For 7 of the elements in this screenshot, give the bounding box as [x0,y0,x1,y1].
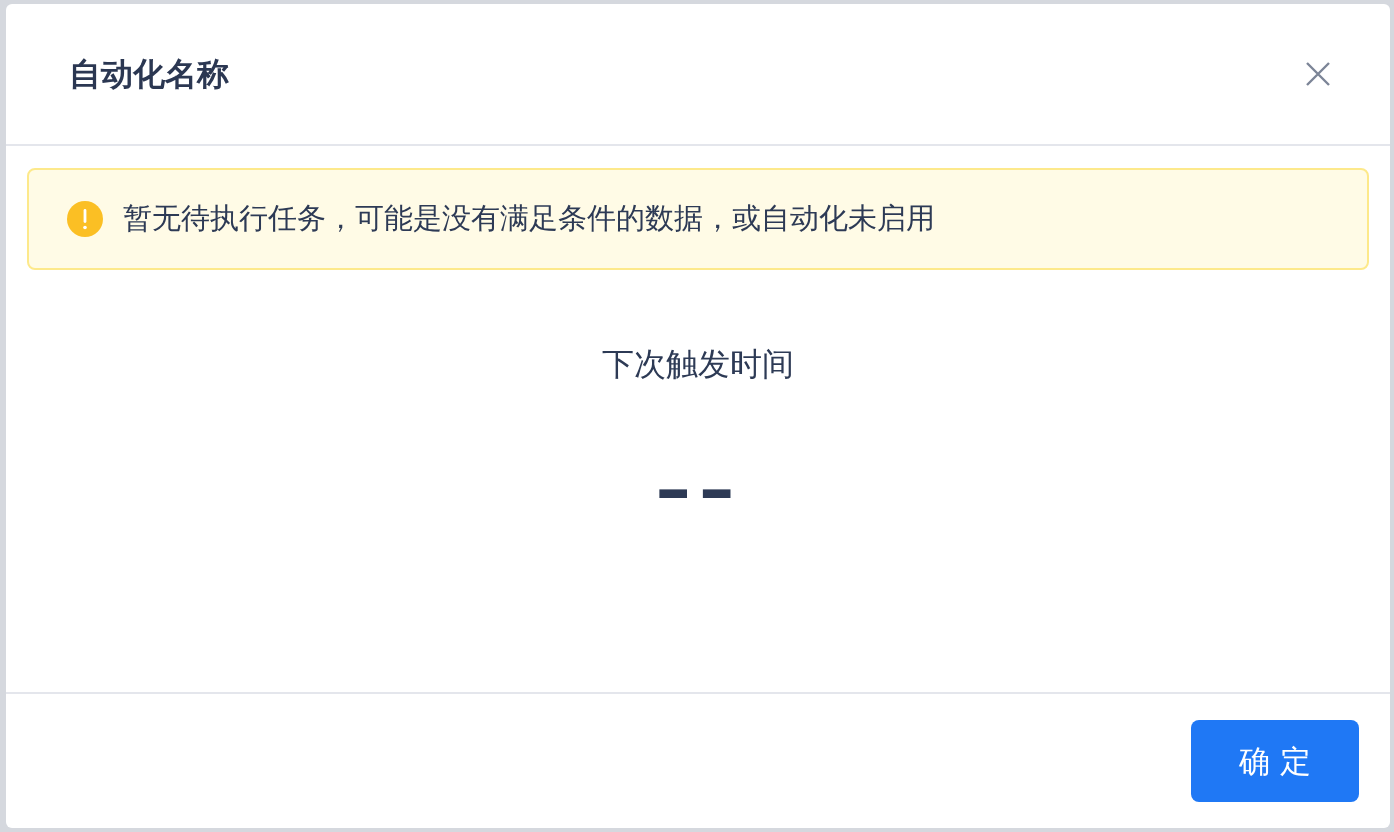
close-icon [1305,61,1331,87]
next-trigger-label: 下次触发时间 [602,344,794,385]
alert-message: 暂无待执行任务，可能是没有满足条件的数据，或自动化未启用 [123,200,935,238]
confirm-button[interactable]: 确 定 [1191,720,1359,802]
next-trigger-value: -- [654,460,742,520]
exclamation-icon [67,201,103,237]
dialog-title: 自动化名称 [69,54,229,95]
